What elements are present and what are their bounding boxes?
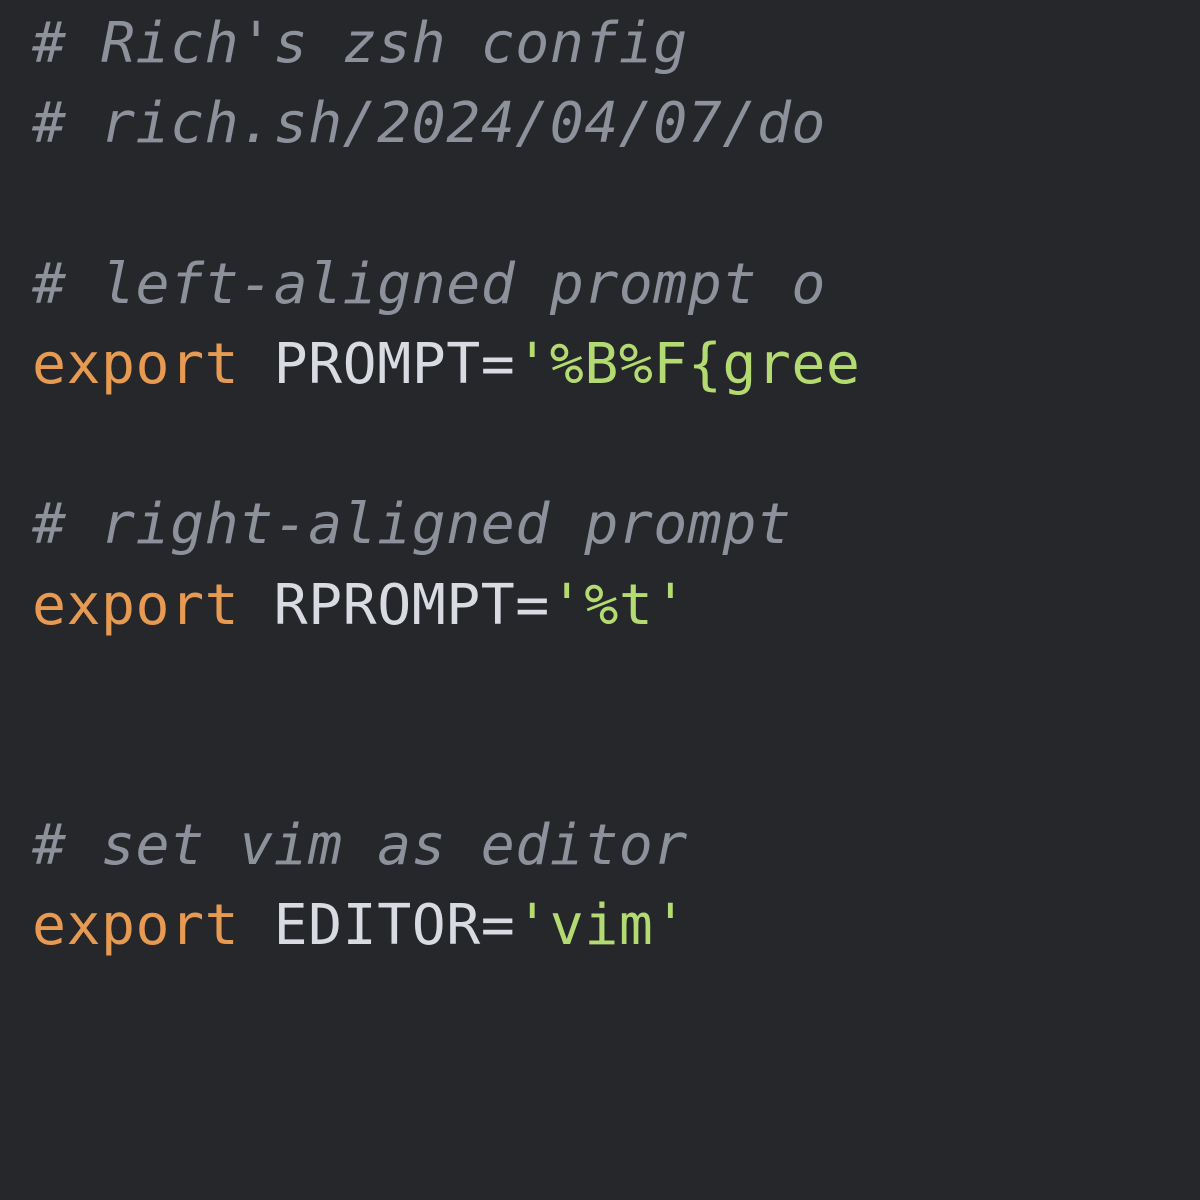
code-whitespace (239, 573, 274, 638)
code-operator: = (515, 573, 550, 638)
code-keyword: export (32, 893, 239, 958)
code-variable: EDITOR (274, 893, 481, 958)
code-operator: = (481, 332, 516, 397)
code-line: export PROMPT='%B%F{gree (32, 332, 860, 397)
code-comment: # rich.sh/2024/04/07/do (32, 91, 826, 156)
code-line: export RPROMPT='%t' (32, 573, 688, 638)
code-comment: # right-aligned prompt (32, 492, 791, 557)
code-string: 'vim' (515, 893, 688, 958)
code-line: # left-aligned prompt o (32, 252, 826, 317)
code-comment: # left-aligned prompt o (32, 252, 826, 317)
code-line: # set vim as editor (32, 813, 688, 878)
code-comment: # Rich's zsh config (32, 11, 688, 76)
code-operator: = (481, 893, 516, 958)
code-comment: # set vim as editor (32, 813, 688, 878)
code-whitespace (239, 332, 274, 397)
code-keyword: export (32, 573, 239, 638)
code-line: export EDITOR='vim' (32, 893, 688, 958)
code-string: '%t' (550, 573, 688, 638)
code-variable: RPROMPT (274, 573, 516, 638)
code-editor-content: # Rich's zsh config # rich.sh/2024/04/07… (0, 0, 1200, 967)
code-keyword: export (32, 332, 239, 397)
code-whitespace (239, 893, 274, 958)
code-variable: PROMPT (274, 332, 481, 397)
code-line: # rich.sh/2024/04/07/do (32, 91, 826, 156)
code-line: # Rich's zsh config (32, 11, 688, 76)
code-line: # right-aligned prompt (32, 492, 791, 557)
code-string: '%B%F{gree (515, 332, 860, 397)
